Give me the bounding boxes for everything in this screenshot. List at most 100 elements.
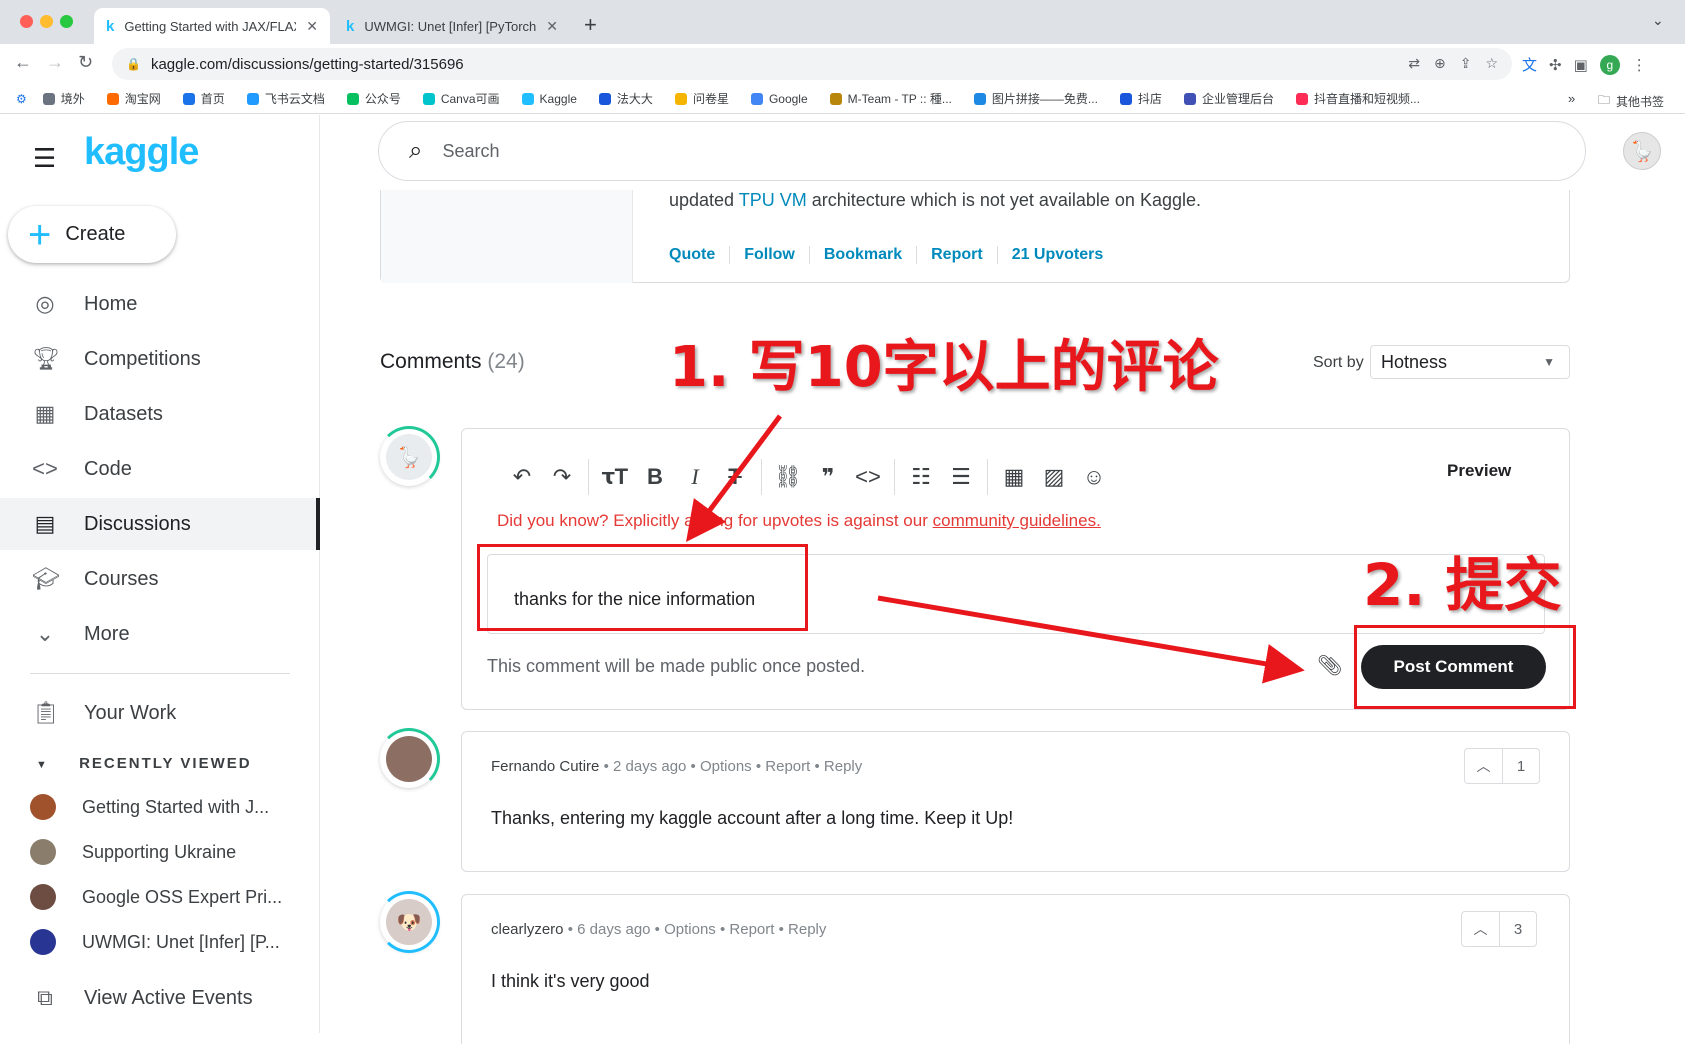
redo-icon[interactable]: ↷ — [542, 464, 582, 490]
comment-options[interactable]: Options — [664, 921, 716, 938]
hamburger-menu-icon[interactable]: ☰ — [33, 143, 56, 174]
recent-item[interactable]: Google OSS Expert Pri... — [30, 877, 320, 917]
recently-viewed-header[interactable]: ▼ RECENTLY VIEWED — [36, 755, 252, 772]
bookmark-item[interactable]: 境外 — [42, 90, 85, 107]
bookmark-item[interactable]: 法大大 — [598, 90, 653, 107]
undo-icon[interactable]: ↶ — [502, 464, 542, 490]
avatar — [30, 929, 56, 955]
bookmark-item[interactable]: 企业管理后台 — [1183, 90, 1274, 107]
user-avatar[interactable]: 🪿 — [1623, 132, 1661, 170]
comment-author[interactable]: clearlyzero — [491, 921, 564, 938]
sort-select[interactable]: Hotness ▼ — [1370, 345, 1570, 379]
forward-arrow-icon[interactable]: → — [46, 52, 64, 73]
numbered-list-icon[interactable]: ☷ — [901, 464, 941, 490]
upvoters-link[interactable]: 21 Upvoters — [996, 246, 1118, 264]
code-icon[interactable]: <> — [848, 464, 888, 490]
follow-link[interactable]: Follow — [729, 246, 809, 264]
upvote-chevron-icon[interactable]: ︿ — [1462, 912, 1500, 946]
bookmark-item[interactable]: M-Team - TP :: 種... — [829, 90, 952, 107]
minimize-window-button[interactable] — [40, 15, 53, 28]
topic-post-text: updated TPU VM architecture which is not… — [669, 190, 1201, 211]
bookmark-item[interactable]: 公众号 — [346, 90, 401, 107]
commenter-avatar[interactable]: 🐶 — [378, 891, 440, 953]
bookmark-item[interactable]: Google — [750, 90, 808, 107]
other-bookmarks-folder[interactable]: 🗀 其他书签 — [1598, 91, 1664, 112]
link-icon[interactable]: ⛓ — [768, 464, 808, 490]
kaggle-logo[interactable]: kaggle — [84, 131, 199, 174]
quote-icon[interactable]: ❞ — [808, 464, 848, 490]
back-arrow-icon[interactable]: ← — [14, 52, 32, 73]
bulleted-list-icon[interactable]: ☰ — [941, 464, 981, 490]
quote-link[interactable]: Quote — [669, 246, 729, 264]
bookmark-item[interactable]: 问卷星 — [674, 90, 729, 107]
text-size-icon[interactable]: ꚍT — [595, 464, 635, 490]
tpu-vm-link[interactable]: TPU VM — [739, 190, 807, 210]
image-icon[interactable]: ▨ — [1034, 464, 1074, 490]
sidebar-item-competitions[interactable]: 🏆︎ Competitions — [0, 333, 320, 385]
upvote-chevron-icon[interactable]: ︿ — [1465, 749, 1503, 783]
bookmark-item[interactable]: 首页 — [182, 90, 225, 107]
current-user-avatar[interactable]: 🪿 — [378, 426, 440, 488]
extension-translate-icon[interactable]: 文 — [1522, 54, 1537, 75]
profile-avatar[interactable]: g — [1599, 54, 1620, 75]
strikethrough-icon[interactable]: T — [715, 464, 755, 490]
bookmark-item[interactable]: Canva可画 — [422, 90, 500, 107]
reload-icon[interactable]: ↻ — [78, 52, 93, 73]
share-icon[interactable]: ⇪ — [1460, 55, 1472, 72]
bold-icon[interactable]: B — [635, 464, 675, 490]
recent-item[interactable]: UWMGI: Unet [Infer] [P... — [30, 922, 320, 962]
sidebar-item-more[interactable]: ⌄ More — [0, 608, 320, 660]
bookmark-favicon-icon — [1119, 92, 1132, 105]
zoom-window-button[interactable] — [60, 15, 73, 28]
bookmark-item[interactable]: 淘宝网 — [106, 90, 161, 107]
sidebar-item-code[interactable]: <> Code — [0, 443, 320, 495]
comment-report[interactable]: Report — [765, 758, 810, 775]
bookmark-link[interactable]: Bookmark — [808, 246, 916, 264]
browser-menu-icon[interactable]: ⋮ — [1632, 56, 1647, 74]
bookmark-item[interactable]: 抖店 — [1119, 90, 1162, 107]
bookmark-item[interactable]: 飞书云文档 — [246, 90, 325, 107]
tab-uwmgi[interactable]: k UWMGI: Unet [Infer] [PyTorch] ✕ — [334, 8, 570, 44]
search-bar[interactable]: ⌕ Search — [378, 121, 1586, 181]
star-icon[interactable]: ☆ — [1485, 55, 1498, 72]
emoji-icon[interactable]: ☺ — [1074, 464, 1114, 490]
bookmark-item[interactable]: 图片拼接——免费... — [973, 90, 1098, 107]
new-tab-button[interactable]: + — [584, 12, 597, 38]
comment-options[interactable]: Options — [700, 758, 752, 775]
tab-getting-started[interactable]: k Getting Started with JAX/FLAX ✕ — [94, 8, 330, 44]
bookmark-label: 飞书云文档 — [264, 92, 325, 106]
more-bookmarks-button[interactable]: » — [1568, 91, 1575, 106]
italic-icon[interactable]: I — [675, 464, 715, 490]
close-tab-icon[interactable]: ✕ — [306, 18, 318, 35]
create-button[interactable]: + Create — [8, 206, 176, 263]
sidebar-item-discussions[interactable]: ▤ Discussions — [0, 498, 320, 550]
sidebar-item-view-active-events[interactable]: ⧉ View Active Events — [0, 972, 320, 1024]
comment-report[interactable]: Report — [729, 921, 774, 938]
bookmark-item[interactable]: 抖音直播和短视频... — [1295, 90, 1420, 107]
sidebar-item-home[interactable]: ◎ Home — [0, 278, 320, 330]
attachment-icon[interactable]: 📎︎ — [1317, 653, 1342, 678]
comment-author[interactable]: Fernando Cutire — [491, 758, 599, 775]
side-panel-icon[interactable]: ▣ — [1574, 56, 1588, 74]
community-guidelines-link[interactable]: community guidelines. — [933, 511, 1101, 530]
commenter-avatar[interactable] — [378, 728, 440, 790]
table-icon[interactable]: ▦ — [994, 464, 1034, 490]
recent-item[interactable]: Getting Started with J... — [30, 787, 320, 827]
sidebar-item-courses[interactable]: 🎓︎ Courses — [0, 553, 320, 605]
close-tab-icon[interactable]: ✕ — [546, 18, 558, 35]
extensions-puzzle-icon[interactable]: ✣ — [1549, 56, 1562, 74]
address-bar[interactable]: 🔒 kaggle.com/discussions/getting-started… — [112, 48, 1512, 80]
translate-icon[interactable]: ⇄ — [1408, 55, 1420, 72]
tab-search-chevron-icon[interactable]: ⌄ — [1652, 12, 1664, 29]
close-window-button[interactable] — [20, 15, 33, 28]
preview-button[interactable]: Preview — [1447, 461, 1511, 481]
zoom-icon[interactable]: ⊕ — [1434, 55, 1446, 72]
sidebar-item-datasets[interactable]: ▦ Datasets — [0, 388, 320, 440]
sidebar-item-your-work[interactable]: 📋︎ Your Work — [0, 687, 320, 739]
bookmarks-settings-icon[interactable]: ⚙ — [16, 92, 27, 106]
recent-item[interactable]: Supporting Ukraine — [30, 832, 320, 872]
comment-reply[interactable]: Reply — [824, 758, 862, 775]
report-link[interactable]: Report — [916, 246, 997, 264]
bookmark-item[interactable]: Kaggle — [521, 90, 577, 107]
comment-reply[interactable]: Reply — [788, 921, 826, 938]
